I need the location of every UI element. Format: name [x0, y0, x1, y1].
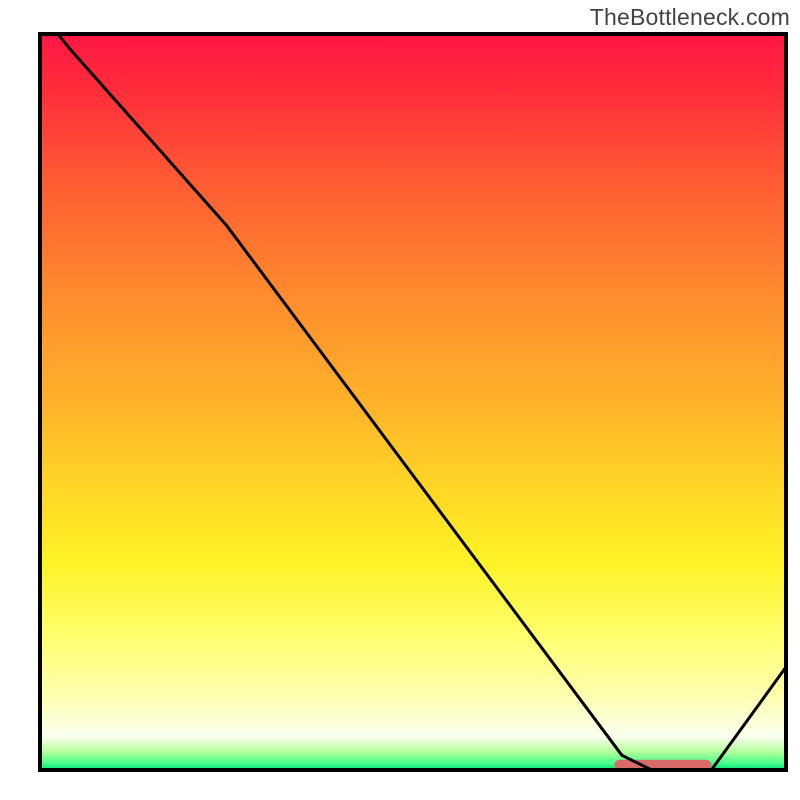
plot-background	[40, 34, 786, 770]
watermark-text: TheBottleneck.com	[590, 4, 790, 31]
bottleneck-chart	[0, 0, 800, 800]
